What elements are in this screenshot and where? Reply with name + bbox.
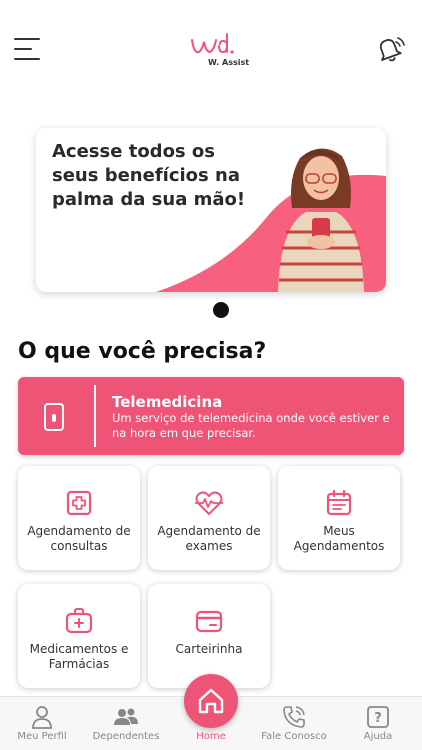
users-icon <box>114 708 138 725</box>
tile-label: Agendamento de consultas <box>27 524 131 553</box>
smartphone-icon <box>44 403 64 431</box>
user-icon <box>32 706 52 729</box>
nav-meu-perfil[interactable]: Meu Perfil <box>0 697 84 750</box>
telemedicina-title: Telemedicina <box>112 393 223 411</box>
heartbeat-icon <box>195 491 223 516</box>
tile-label: Meus Agendamentos <box>293 524 385 553</box>
logo-text: W. Assist <box>208 58 250 67</box>
nav-home-button[interactable] <box>184 674 238 728</box>
medical-cross-icon <box>66 490 92 516</box>
app-logo: W. Assist <box>186 30 250 70</box>
tile-agendamento-exames[interactable]: Agendamento de exames <box>148 466 270 570</box>
tile-carteirinha[interactable]: Carteirinha <box>148 584 270 688</box>
card-divider <box>94 385 96 447</box>
bell-ringing-icon[interactable] <box>372 32 408 68</box>
woman-with-phone-illustration <box>278 148 364 292</box>
nav-dependentes[interactable]: Dependentes <box>84 697 168 750</box>
tile-medicamentos-farmacias[interactable]: Medicamentos e Farmácias <box>18 584 140 688</box>
hamburger-menu-icon[interactable] <box>14 36 44 64</box>
svg-text:?: ? <box>374 711 382 726</box>
tile-meus-agendamentos[interactable]: Meus Agendamentos <box>278 466 400 570</box>
nav-label: Ajuda <box>363 731 393 742</box>
banner-headline: Acesse todos os seus benefícios na palma… <box>52 141 246 210</box>
nav-fale-conosco[interactable]: Fale Conosco <box>252 697 336 750</box>
tile-agendamento-consultas[interactable]: Agendamento de consultas <box>18 466 140 570</box>
app-header: W. Assist <box>0 0 422 100</box>
home-icon <box>198 688 224 714</box>
nav-label-home: Home <box>196 731 226 742</box>
nav-ajuda[interactable]: ? Ajuda <box>336 697 420 750</box>
telemedicina-description: Um serviço de telemedicina onde você est… <box>112 411 390 440</box>
calendar-icon <box>326 489 352 516</box>
logo-mark-icon <box>191 33 234 54</box>
tile-label: Medicamentos e Farmácias <box>29 642 129 671</box>
nav-label: Dependentes <box>92 731 160 742</box>
telemedicina-card[interactable]: Telemedicina Um serviço de telemedicina … <box>18 377 404 455</box>
first-aid-kit-icon <box>65 608 93 634</box>
tile-label: Carteirinha <box>175 642 243 656</box>
promo-banner[interactable]: Acesse todos os seus benefícios na palma… <box>36 128 386 292</box>
section-title: O que você precisa? <box>18 339 267 364</box>
carousel-pager-dot[interactable] <box>213 302 229 318</box>
phone-icon <box>283 706 305 728</box>
nav-label: Meu Perfil <box>17 731 67 742</box>
help-icon: ? <box>367 706 389 728</box>
tile-label: Agendamento de exames <box>157 524 261 553</box>
card-icon <box>195 610 223 633</box>
nav-label: Fale Conosco <box>261 731 327 742</box>
